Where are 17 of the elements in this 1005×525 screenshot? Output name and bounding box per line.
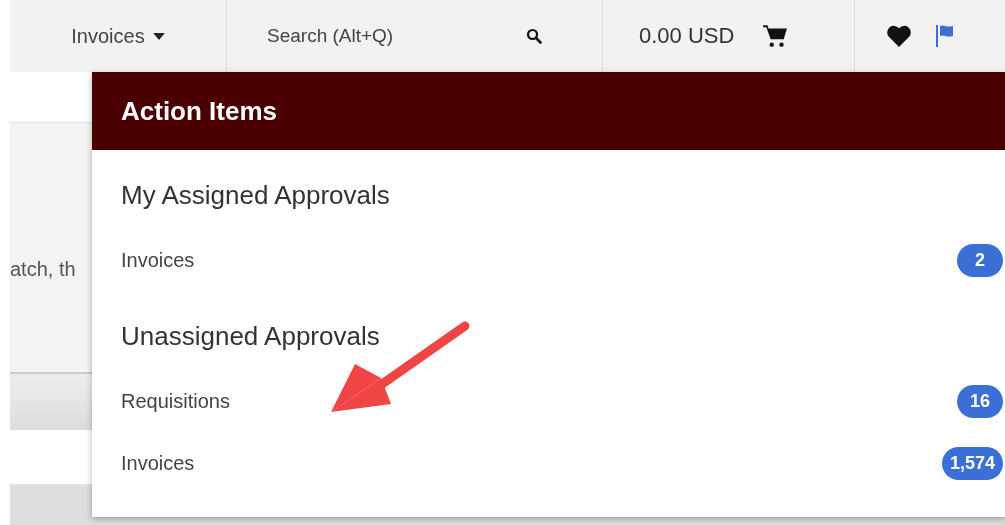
approval-link[interactable]: Invoices bbox=[121, 451, 195, 475]
section-heading: Unassigned Approvals bbox=[121, 321, 381, 352]
count-badge: 1,574 bbox=[941, 446, 1003, 480]
count-badge: 2 bbox=[957, 243, 1003, 277]
flag-icon[interactable] bbox=[935, 24, 955, 48]
search-icon bbox=[526, 28, 542, 44]
cart-icon[interactable] bbox=[762, 23, 789, 49]
cart-total: 0.00 USD bbox=[639, 23, 735, 49]
panel-title: Action Items bbox=[121, 95, 278, 127]
caret-icon bbox=[152, 32, 165, 40]
section-heading: My Assigned Approvals bbox=[121, 180, 391, 211]
approval-link[interactable]: Requisitions bbox=[121, 389, 230, 413]
approval-link[interactable]: Invoices bbox=[121, 248, 195, 272]
count-badge: 16 bbox=[957, 384, 1003, 418]
heart-icon[interactable] bbox=[885, 24, 913, 48]
body-text: atch, th bbox=[10, 258, 76, 280]
search-field[interactable]: Search (Alt+Q) bbox=[265, 24, 526, 48]
